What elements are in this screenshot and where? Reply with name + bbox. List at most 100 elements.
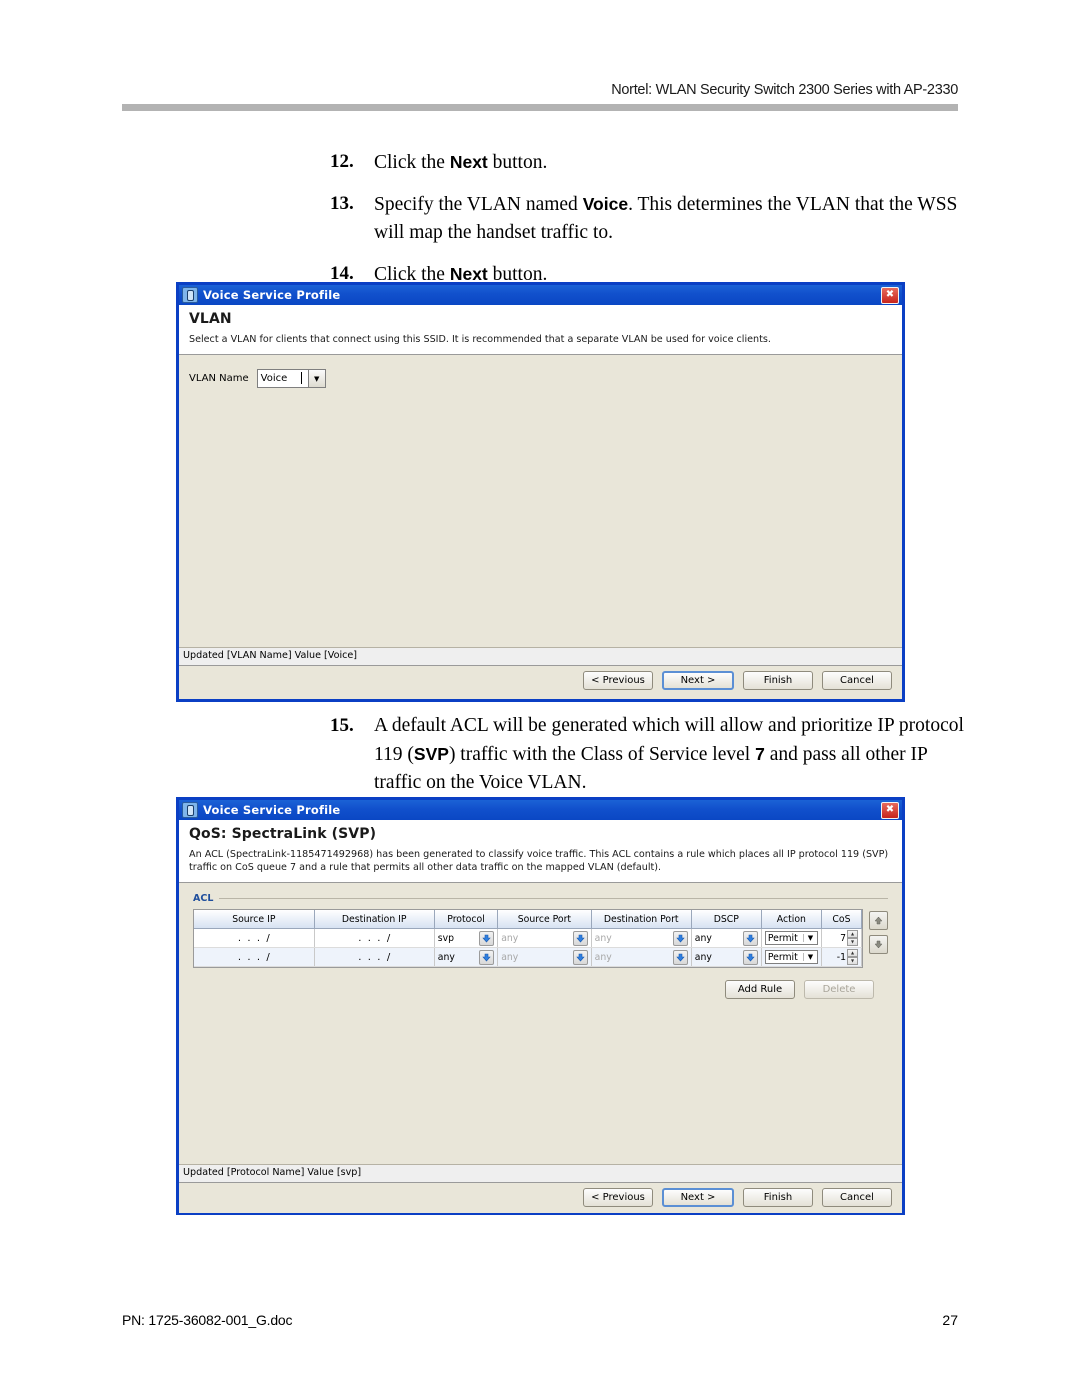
rule-reorder-controls: [869, 909, 888, 954]
dscp-value[interactable]: any: [695, 933, 712, 944]
finish-button[interactable]: Finish: [743, 1188, 813, 1207]
dscp-value[interactable]: any: [695, 952, 712, 963]
cos-decrement-icon[interactable]: ▼: [847, 938, 858, 946]
dscp-cell[interactable]: any: [691, 928, 762, 948]
dscp-cell[interactable]: any: [691, 947, 762, 967]
dropdown-arrow-icon[interactable]: [672, 930, 688, 946]
cancel-button[interactable]: Cancel: [822, 1188, 892, 1207]
action-cell[interactable]: Permit ▼: [761, 928, 822, 948]
cancel-button[interactable]: Cancel: [822, 671, 892, 690]
destination-ip-value[interactable]: . . . /: [318, 933, 431, 944]
source-ip-cell[interactable]: . . . /: [194, 928, 315, 948]
header-divider: [122, 104, 958, 111]
protocol-cell[interactable]: svp: [434, 928, 499, 948]
acl-table-wrapper: Source IP Destination IP Protocol Source Po…: [193, 909, 888, 968]
cos-increment-icon[interactable]: ▲: [847, 930, 858, 938]
close-icon[interactable]: ✖: [881, 287, 899, 304]
cos-spin-buttons[interactable]: ▲ ▼: [847, 930, 858, 946]
cos-increment-icon[interactable]: ▲: [847, 949, 858, 957]
source-ip-cell[interactable]: . . . /: [194, 947, 315, 967]
source-ip-value[interactable]: . . . /: [197, 933, 311, 944]
dropdown-arrow-icon[interactable]: [742, 949, 758, 965]
column-header[interactable]: Destination IP: [314, 910, 435, 929]
action-value: Permit: [767, 951, 798, 963]
add-rule-button[interactable]: Add Rule: [725, 980, 795, 999]
destination-port-cell[interactable]: any: [591, 947, 692, 967]
chevron-down-icon[interactable]: ▼: [307, 370, 325, 387]
column-header[interactable]: Action: [761, 910, 822, 929]
cos-cell[interactable]: -1 ▲ ▼: [821, 947, 863, 967]
destination-ip-cell[interactable]: . . . /: [314, 947, 435, 967]
next-button[interactable]: Next >: [662, 1188, 734, 1207]
source-port-cell[interactable]: any: [497, 947, 592, 967]
source-port-cell[interactable]: any: [497, 928, 592, 948]
move-rule-up-button[interactable]: [869, 911, 888, 930]
voice-service-profile-dialog-vlan[interactable]: Voice Service Profile ✖ VLAN Select a VL…: [176, 282, 905, 702]
application-icon: [182, 287, 198, 303]
vlan-name-row: VLAN Name Voice ▼: [179, 355, 902, 388]
action-cell[interactable]: Permit ▼: [761, 947, 822, 967]
dialog1-titlebar[interactable]: Voice Service Profile ✖: [179, 285, 902, 305]
column-header[interactable]: Source IP: [194, 910, 315, 929]
previous-button[interactable]: < Previous: [583, 1188, 653, 1207]
destination-port-value[interactable]: any: [595, 933, 612, 944]
protocol-value[interactable]: any: [438, 952, 455, 963]
next-button[interactable]: Next >: [662, 671, 734, 690]
table-row[interactable]: . . . /. . . / svp any any any Permit ▼ 7 ▲ ▼: [194, 928, 863, 948]
step-text: Click the Next button.: [374, 152, 548, 173]
action-combobox[interactable]: Permit ▼: [764, 950, 818, 964]
column-header[interactable]: CoS: [821, 910, 863, 929]
move-rule-down-button[interactable]: [869, 935, 888, 954]
step-item: 13. Specify the VLAN named Voice. This de…: [330, 190, 970, 247]
dropdown-arrow-icon[interactable]: [672, 949, 688, 965]
column-header[interactable]: Protocol: [434, 910, 499, 929]
step-text: A default ACL will be generated which wi…: [374, 715, 964, 793]
cos-value[interactable]: -1: [837, 952, 846, 963]
group-divider: [219, 898, 888, 899]
dialog1-page-title: VLAN: [189, 311, 232, 327]
source-port-value[interactable]: any: [501, 933, 518, 944]
table-row[interactable]: . . . /. . . / any any any any Permit ▼ -1 ▲ ▼: [194, 947, 863, 967]
step-item: 12. Click the Next button.: [330, 148, 970, 177]
cos-value[interactable]: 7: [840, 933, 846, 944]
column-header[interactable]: Destination Port: [591, 910, 692, 929]
cos-cell[interactable]: 7 ▲ ▼: [821, 928, 863, 948]
vlan-name-combobox[interactable]: Voice ▼: [256, 369, 326, 388]
action-combobox[interactable]: Permit ▼: [764, 931, 818, 945]
dialog2-title-text: Voice Service Profile: [203, 803, 341, 817]
column-header[interactable]: DSCP: [691, 910, 762, 929]
dialog2-body: ACL Source IP Destination IP Protocol Sourc…: [179, 883, 902, 1164]
destination-ip-value[interactable]: . . . /: [318, 952, 431, 963]
protocol-cell[interactable]: any: [434, 947, 499, 967]
dropdown-arrow-icon[interactable]: [479, 949, 495, 965]
source-ip-value[interactable]: . . . /: [197, 952, 311, 963]
source-port-value[interactable]: any: [501, 952, 518, 963]
cos-decrement-icon[interactable]: ▼: [847, 957, 858, 965]
dialog1-button-bar: < Previous Next > Finish Cancel: [179, 666, 902, 696]
finish-button[interactable]: Finish: [743, 671, 813, 690]
dropdown-arrow-icon[interactable]: [479, 930, 495, 946]
footer-page-number: 27: [942, 1312, 958, 1328]
numbered-steps-bottom: 15. A default ACL will be generated which…: [330, 712, 970, 810]
cos-stepper[interactable]: 7 ▲ ▼: [825, 930, 858, 946]
protocol-value[interactable]: svp: [438, 933, 454, 944]
table-body: . . . /. . . / svp any any any Permit ▼ 7 ▲ ▼. . …: [194, 928, 863, 967]
cos-stepper[interactable]: -1 ▲ ▼: [825, 949, 858, 965]
previous-button[interactable]: < Previous: [583, 671, 653, 690]
dialog2-titlebar[interactable]: Voice Service Profile ✖: [179, 800, 902, 820]
dropdown-arrow-icon[interactable]: [742, 930, 758, 946]
destination-port-cell[interactable]: any: [591, 928, 692, 948]
chevron-down-icon[interactable]: ▼: [802, 934, 817, 942]
column-header[interactable]: Source Port: [497, 910, 592, 929]
vlan-name-input[interactable]: Voice: [258, 370, 308, 387]
voice-service-profile-dialog-qos[interactable]: Voice Service Profile ✖ QoS: SpectraLink…: [176, 797, 905, 1215]
dropdown-arrow-icon[interactable]: [572, 949, 588, 965]
dropdown-arrow-icon[interactable]: [572, 930, 588, 946]
cos-spin-buttons[interactable]: ▲ ▼: [847, 949, 858, 965]
acl-table: Source IP Destination IP Protocol Source Po…: [194, 910, 863, 967]
chevron-down-icon[interactable]: ▼: [802, 953, 817, 961]
dialog1-body: VLAN Name Voice ▼: [179, 355, 902, 647]
destination-ip-cell[interactable]: . . . /: [314, 928, 435, 948]
destination-port-value[interactable]: any: [595, 952, 612, 963]
close-icon[interactable]: ✖: [881, 802, 899, 819]
